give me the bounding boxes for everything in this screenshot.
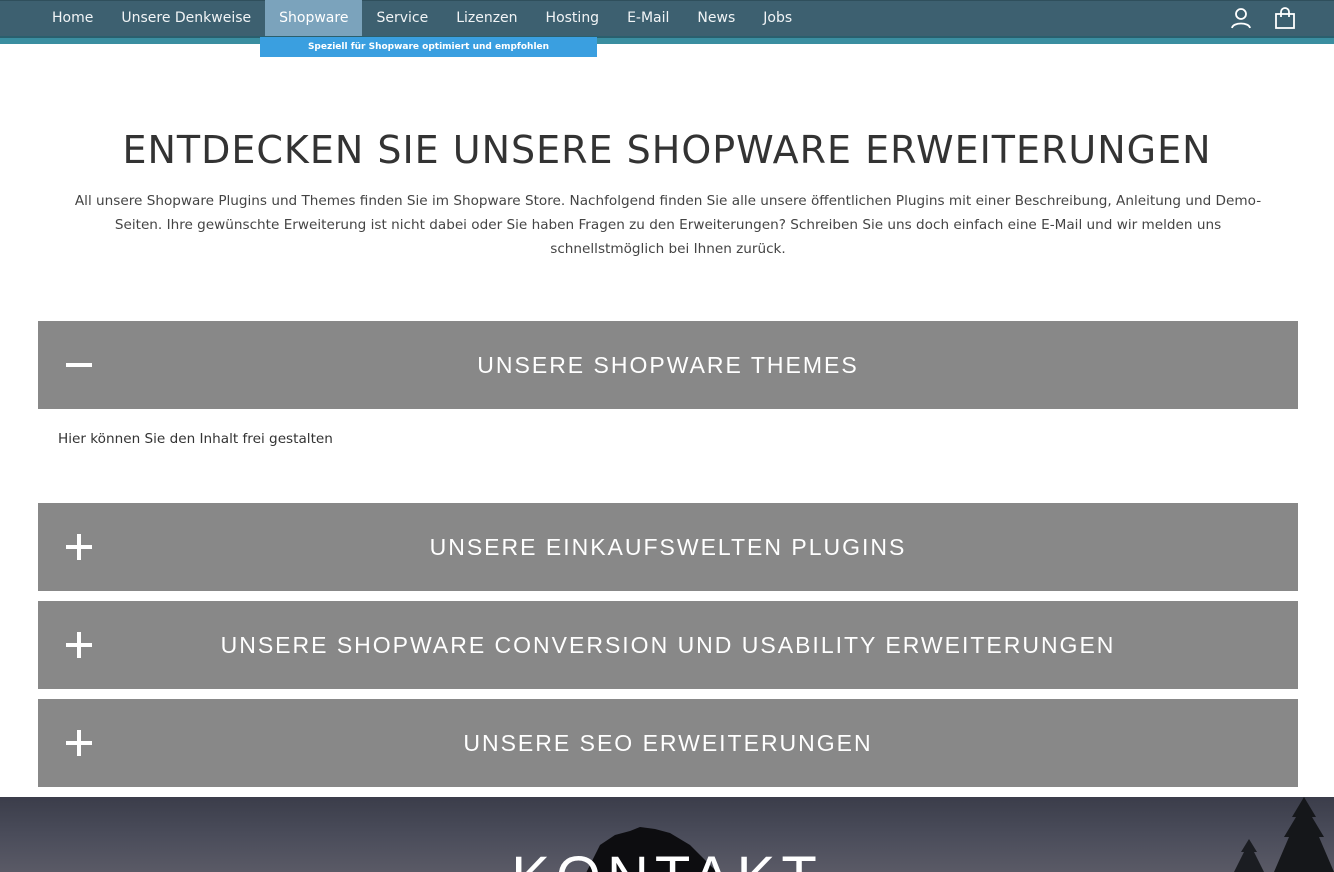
accordion-shopware-themes[interactable]: UNSERE SHOPWARE THEMES (38, 321, 1298, 409)
nav-item-jobs[interactable]: Jobs (749, 0, 806, 36)
nav-accent-strip (0, 36, 1334, 44)
accordion-title: UNSERE SEO ERWEITERUNGEN (463, 730, 873, 756)
nav-item-home[interactable]: Home (38, 0, 107, 36)
contact-title: KONTAKT (0, 844, 1334, 872)
intro-text: All unsere Shopware Plugins und Themes f… (74, 193, 1262, 257)
nav-item-news[interactable]: News (683, 0, 749, 36)
nav-menu: Home Unsere Denkweise Shopware Service L… (38, 0, 806, 36)
contact-section: KONTAKT (0, 797, 1334, 872)
nav-item-unsere-denkweise[interactable]: Unsere Denkweise (107, 0, 265, 36)
accordion-title: UNSERE EINKAUFSWELTEN PLUGINS (429, 534, 907, 560)
accordion-einkaufswelten-plugins[interactable]: UNSERE EINKAUFSWELTEN PLUGINS (38, 503, 1298, 591)
accordion-title: UNSERE SHOPWARE THEMES (477, 352, 859, 378)
nav-item-shopware[interactable]: Shopware (265, 0, 363, 36)
nav-item-lizenzen[interactable]: Lizenzen (442, 0, 531, 36)
accordion-seo-erweiterungen[interactable]: UNSERE SEO ERWEITERUNGEN (38, 699, 1298, 787)
nav-item-email[interactable]: E-Mail (613, 0, 683, 36)
accordion-conversion-usability[interactable]: UNSERE SHOPWARE CONVERSION UND USABILITY… (38, 601, 1298, 689)
user-icon[interactable] (1229, 6, 1253, 30)
minus-icon[interactable] (64, 345, 94, 385)
plus-icon[interactable] (64, 625, 94, 665)
plus-icon[interactable] (64, 527, 94, 567)
accordion-content: Hier können Sie den Inhalt frei gestalte… (58, 431, 333, 447)
accordion-title: UNSERE SHOPWARE CONVERSION UND USABILITY… (220, 632, 1116, 658)
main-navigation: Home Unsere Denkweise Shopware Service L… (0, 0, 1334, 57)
shopware-submenu-hint[interactable]: Speziell für Shopware optimiert und empf… (260, 37, 597, 57)
nav-item-service[interactable]: Service (362, 0, 442, 36)
shopping-bag-icon[interactable] (1273, 6, 1297, 30)
nav-item-hosting[interactable]: Hosting (532, 0, 614, 36)
page-title: ENTDECKEN SIE UNSERE SHOPWARE ERWEITERUN… (122, 128, 1212, 172)
plus-icon[interactable] (64, 723, 94, 763)
